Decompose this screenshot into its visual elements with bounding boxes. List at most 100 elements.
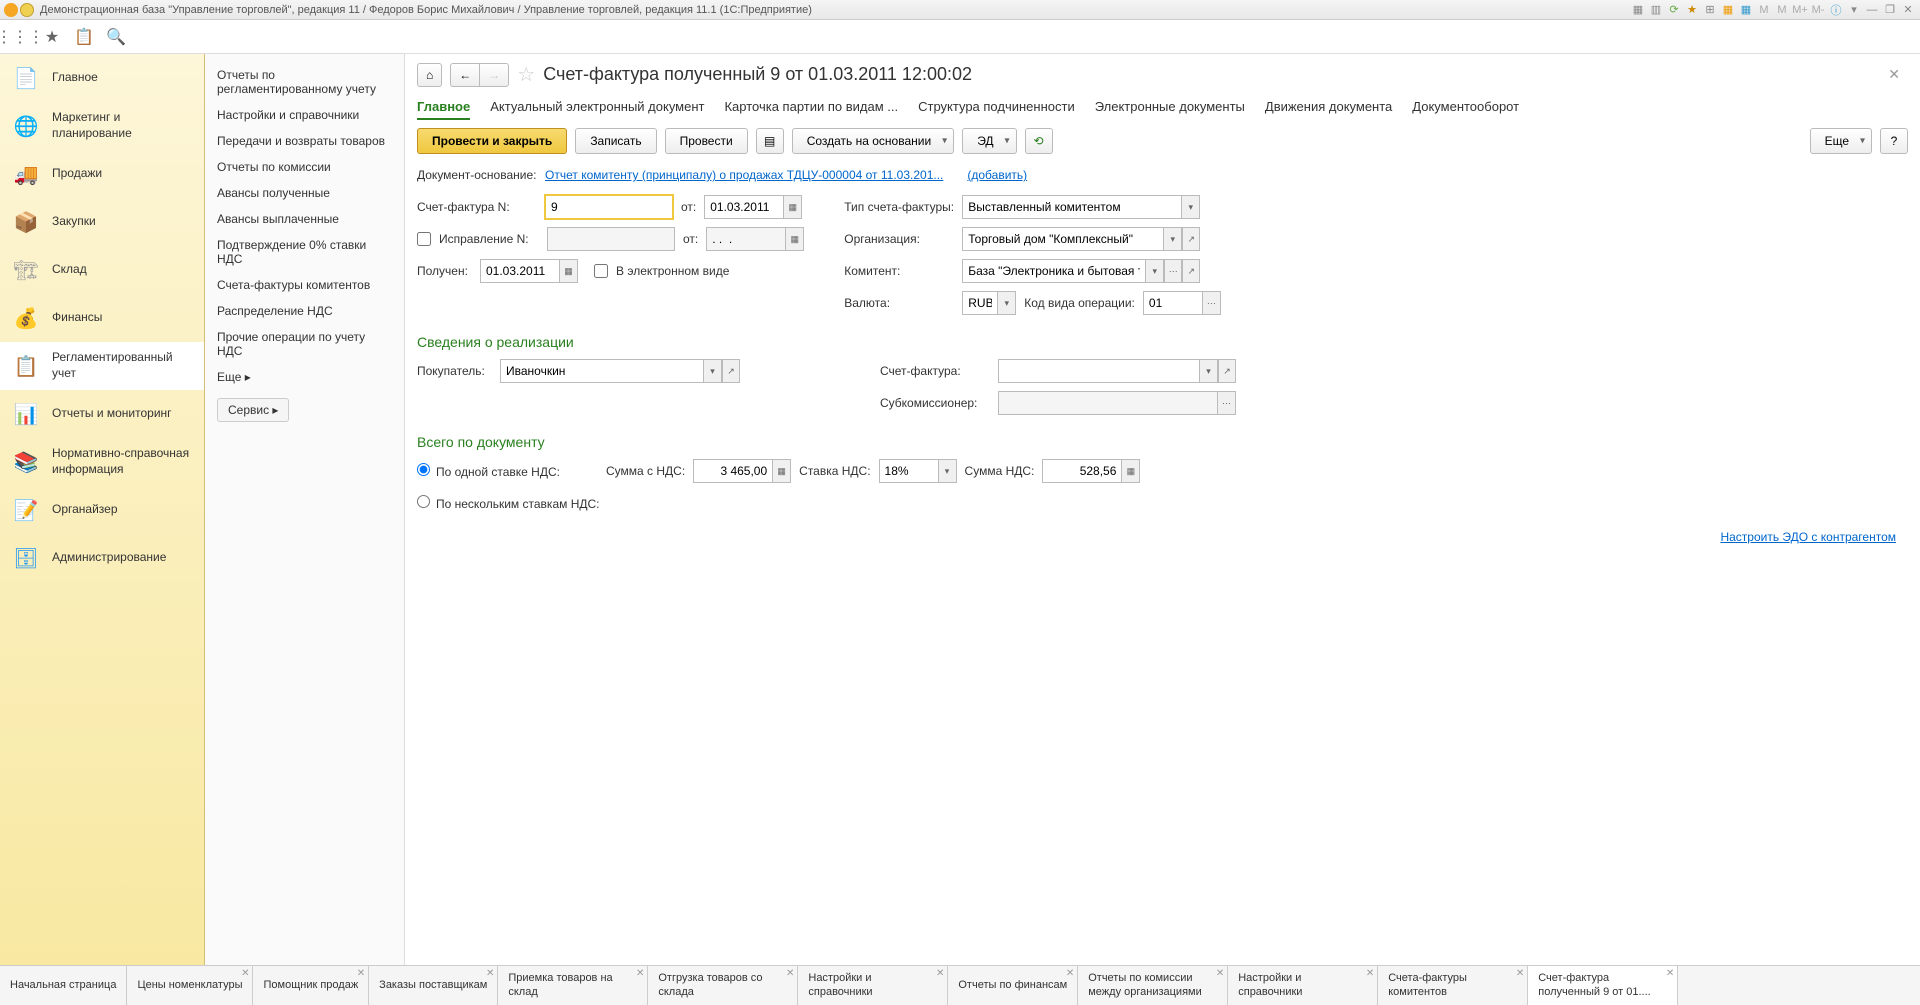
basis-link[interactable]: Отчет комитенту (принципалу) о продажах … bbox=[545, 168, 943, 182]
bottom-tab-8[interactable]: Отчеты по комиссии между организациями✕ bbox=[1078, 966, 1228, 1005]
invoice-ref-dropdown-icon[interactable]: ▾ bbox=[1200, 359, 1218, 383]
type-dropdown-icon[interactable]: ▾ bbox=[1182, 195, 1200, 219]
org-input[interactable] bbox=[962, 227, 1164, 251]
tb-m1[interactable]: M bbox=[1756, 2, 1772, 18]
komitent-dropdown-icon[interactable]: ▾ bbox=[1146, 259, 1164, 283]
sub-item-9[interactable]: Прочие операции по учету НДС bbox=[205, 324, 404, 364]
bottom-tab-11[interactable]: Счет-фактура полученный 9 от 01....✕ bbox=[1528, 966, 1678, 1005]
sub-item-4[interactable]: Авансы полученные bbox=[205, 180, 404, 206]
currency-input[interactable] bbox=[962, 291, 998, 315]
bottom-tab-3[interactable]: Заказы поставщикам✕ bbox=[369, 966, 498, 1005]
bottom-tab-close-icon[interactable]: ✕ bbox=[486, 968, 494, 980]
bottom-tab-2[interactable]: Помощник продаж✕ bbox=[253, 966, 369, 1005]
bottom-tab-0[interactable]: Начальная страница bbox=[0, 966, 127, 1005]
tb-tool-1[interactable]: ▦ bbox=[1630, 2, 1646, 18]
sum-vat-calc-icon[interactable]: ▦ bbox=[773, 459, 791, 483]
multi-rate-radio-label[interactable]: По нескольким ставкам НДС: bbox=[417, 495, 600, 511]
sub-item-6[interactable]: Подтверждение 0% ставки НДС bbox=[205, 232, 404, 272]
doc-tab-5[interactable]: Движения документа bbox=[1265, 95, 1392, 120]
basis-add-link[interactable]: (добавить) bbox=[967, 168, 1027, 182]
komitent-select-icon[interactable]: ⋯ bbox=[1164, 259, 1182, 283]
bottom-tab-4[interactable]: Приемка товаров на склад✕ bbox=[498, 966, 648, 1005]
received-date-input[interactable] bbox=[480, 259, 560, 283]
vat-sum-calc-icon[interactable]: ▦ bbox=[1122, 459, 1140, 483]
bottom-tab-7[interactable]: Отчеты по финансам✕ bbox=[948, 966, 1078, 1005]
tb-tool-7[interactable]: ▦ bbox=[1738, 2, 1754, 18]
invoice-ref-input[interactable] bbox=[998, 359, 1200, 383]
nav-item-9[interactable]: 📝Органайзер bbox=[0, 486, 204, 534]
multi-rate-radio[interactable] bbox=[417, 495, 430, 508]
bottom-tab-close-icon[interactable]: ✕ bbox=[1216, 968, 1224, 980]
tb-m3[interactable]: M+ bbox=[1792, 2, 1808, 18]
post-and-close-button[interactable]: Провести и закрыть bbox=[417, 128, 567, 154]
received-date-picker-icon[interactable]: ▦ bbox=[560, 259, 578, 283]
sub-item-7[interactable]: Счета-фактуры комитентов bbox=[205, 272, 404, 298]
komitent-input[interactable] bbox=[962, 259, 1146, 283]
sub-item-0[interactable]: Отчеты по регламентированному учету bbox=[205, 62, 404, 102]
tb-tool-3[interactable]: ⟳ bbox=[1666, 2, 1682, 18]
nav-item-6[interactable]: 📋Регламентированный учет bbox=[0, 342, 204, 390]
tb-tool-5[interactable]: ⊞ bbox=[1702, 2, 1718, 18]
tb-tool-2[interactable]: ▥ bbox=[1648, 2, 1664, 18]
bottom-tab-10[interactable]: Счета-фактуры комитентов✕ bbox=[1378, 966, 1528, 1005]
bottom-tab-close-icon[interactable]: ✕ bbox=[786, 968, 794, 980]
bottom-tab-close-icon[interactable]: ✕ bbox=[357, 968, 365, 980]
bottom-tab-close-icon[interactable]: ✕ bbox=[1666, 968, 1674, 980]
bottom-tab-6[interactable]: Настройки и справочники✕ bbox=[798, 966, 948, 1005]
nav-item-2[interactable]: 🚚Продажи bbox=[0, 150, 204, 198]
bottom-tab-1[interactable]: Цены номенклатуры✕ bbox=[127, 966, 253, 1005]
doc-tab-4[interactable]: Электронные документы bbox=[1095, 95, 1245, 120]
sub-item-2[interactable]: Передачи и возвраты товаров bbox=[205, 128, 404, 154]
star-icon[interactable]: ★ bbox=[42, 27, 62, 47]
org-open-icon[interactable]: ↗ bbox=[1182, 227, 1200, 251]
org-dropdown-icon[interactable]: ▾ bbox=[1164, 227, 1182, 251]
tb-m2[interactable]: M bbox=[1774, 2, 1790, 18]
refresh-button[interactable]: ⟲ bbox=[1025, 128, 1053, 154]
bottom-tab-close-icon[interactable]: ✕ bbox=[1066, 968, 1074, 980]
sub-item-1[interactable]: Настройки и справочники bbox=[205, 102, 404, 128]
bottom-tab-close-icon[interactable]: ✕ bbox=[1366, 968, 1374, 980]
subcom-select-icon[interactable]: ⋯ bbox=[1218, 391, 1236, 415]
bottom-tab-close-icon[interactable]: ✕ bbox=[241, 968, 249, 980]
sub-more[interactable]: Еще ▸ bbox=[205, 364, 404, 390]
apps-icon[interactable]: ⋮⋮⋮ bbox=[10, 27, 30, 47]
app-dropdown-icon[interactable] bbox=[20, 3, 34, 17]
nav-item-5[interactable]: 💰Финансы bbox=[0, 294, 204, 342]
close-icon[interactable]: ✕ bbox=[1900, 2, 1916, 18]
maximize-icon[interactable]: ❐ bbox=[1882, 2, 1898, 18]
nav-item-3[interactable]: 📦Закупки bbox=[0, 198, 204, 246]
sum-vat-input[interactable] bbox=[693, 459, 773, 483]
clipboard-icon[interactable]: 📋 bbox=[74, 27, 94, 47]
doc-tab-3[interactable]: Структура подчиненности bbox=[918, 95, 1075, 120]
bottom-tab-close-icon[interactable]: ✕ bbox=[936, 968, 944, 980]
dropdown-icon[interactable]: ▾ bbox=[1846, 2, 1862, 18]
back-button[interactable]: ← bbox=[450, 63, 479, 87]
nav-item-0[interactable]: 📄Главное bbox=[0, 54, 204, 102]
sub-item-3[interactable]: Отчеты по комиссии bbox=[205, 154, 404, 180]
op-code-select-icon[interactable]: ⋯ bbox=[1203, 291, 1221, 315]
from-date-input[interactable] bbox=[704, 195, 784, 219]
search-icon[interactable]: 🔍 bbox=[106, 27, 126, 47]
post-button[interactable]: Провести bbox=[665, 128, 748, 154]
nav-item-10[interactable]: 🗄Администрирование bbox=[0, 534, 204, 582]
sub-item-5[interactable]: Авансы выплаченные bbox=[205, 206, 404, 232]
vat-sum-input[interactable] bbox=[1042, 459, 1122, 483]
bottom-tab-close-icon[interactable]: ✕ bbox=[1516, 968, 1524, 980]
help-icon[interactable]: ⓘ bbox=[1828, 2, 1844, 18]
settings-edo-link[interactable]: Настроить ЭДО с контрагентом bbox=[1720, 530, 1896, 544]
doc-tab-2[interactable]: Карточка партии по видам ... bbox=[724, 95, 898, 120]
single-rate-radio-label[interactable]: По одной ставке НДС: bbox=[417, 463, 560, 479]
vat-rate-dropdown-icon[interactable]: ▾ bbox=[939, 459, 957, 483]
buyer-input[interactable] bbox=[500, 359, 704, 383]
nav-item-1[interactable]: 🌐Маркетинг и планирование bbox=[0, 102, 204, 150]
currency-dropdown-icon[interactable]: ▾ bbox=[998, 291, 1016, 315]
correction-checkbox[interactable] bbox=[417, 232, 431, 246]
tb-m4[interactable]: M- bbox=[1810, 2, 1826, 18]
home-button[interactable]: ⌂ bbox=[417, 63, 442, 87]
buyer-open-icon[interactable]: ↗ bbox=[722, 359, 740, 383]
sub-item-8[interactable]: Распределение НДС bbox=[205, 298, 404, 324]
help-button[interactable]: ? bbox=[1880, 128, 1908, 154]
electronic-checkbox[interactable] bbox=[594, 264, 608, 278]
tb-tool-4[interactable]: ★ bbox=[1684, 2, 1700, 18]
op-code-input[interactable] bbox=[1143, 291, 1203, 315]
